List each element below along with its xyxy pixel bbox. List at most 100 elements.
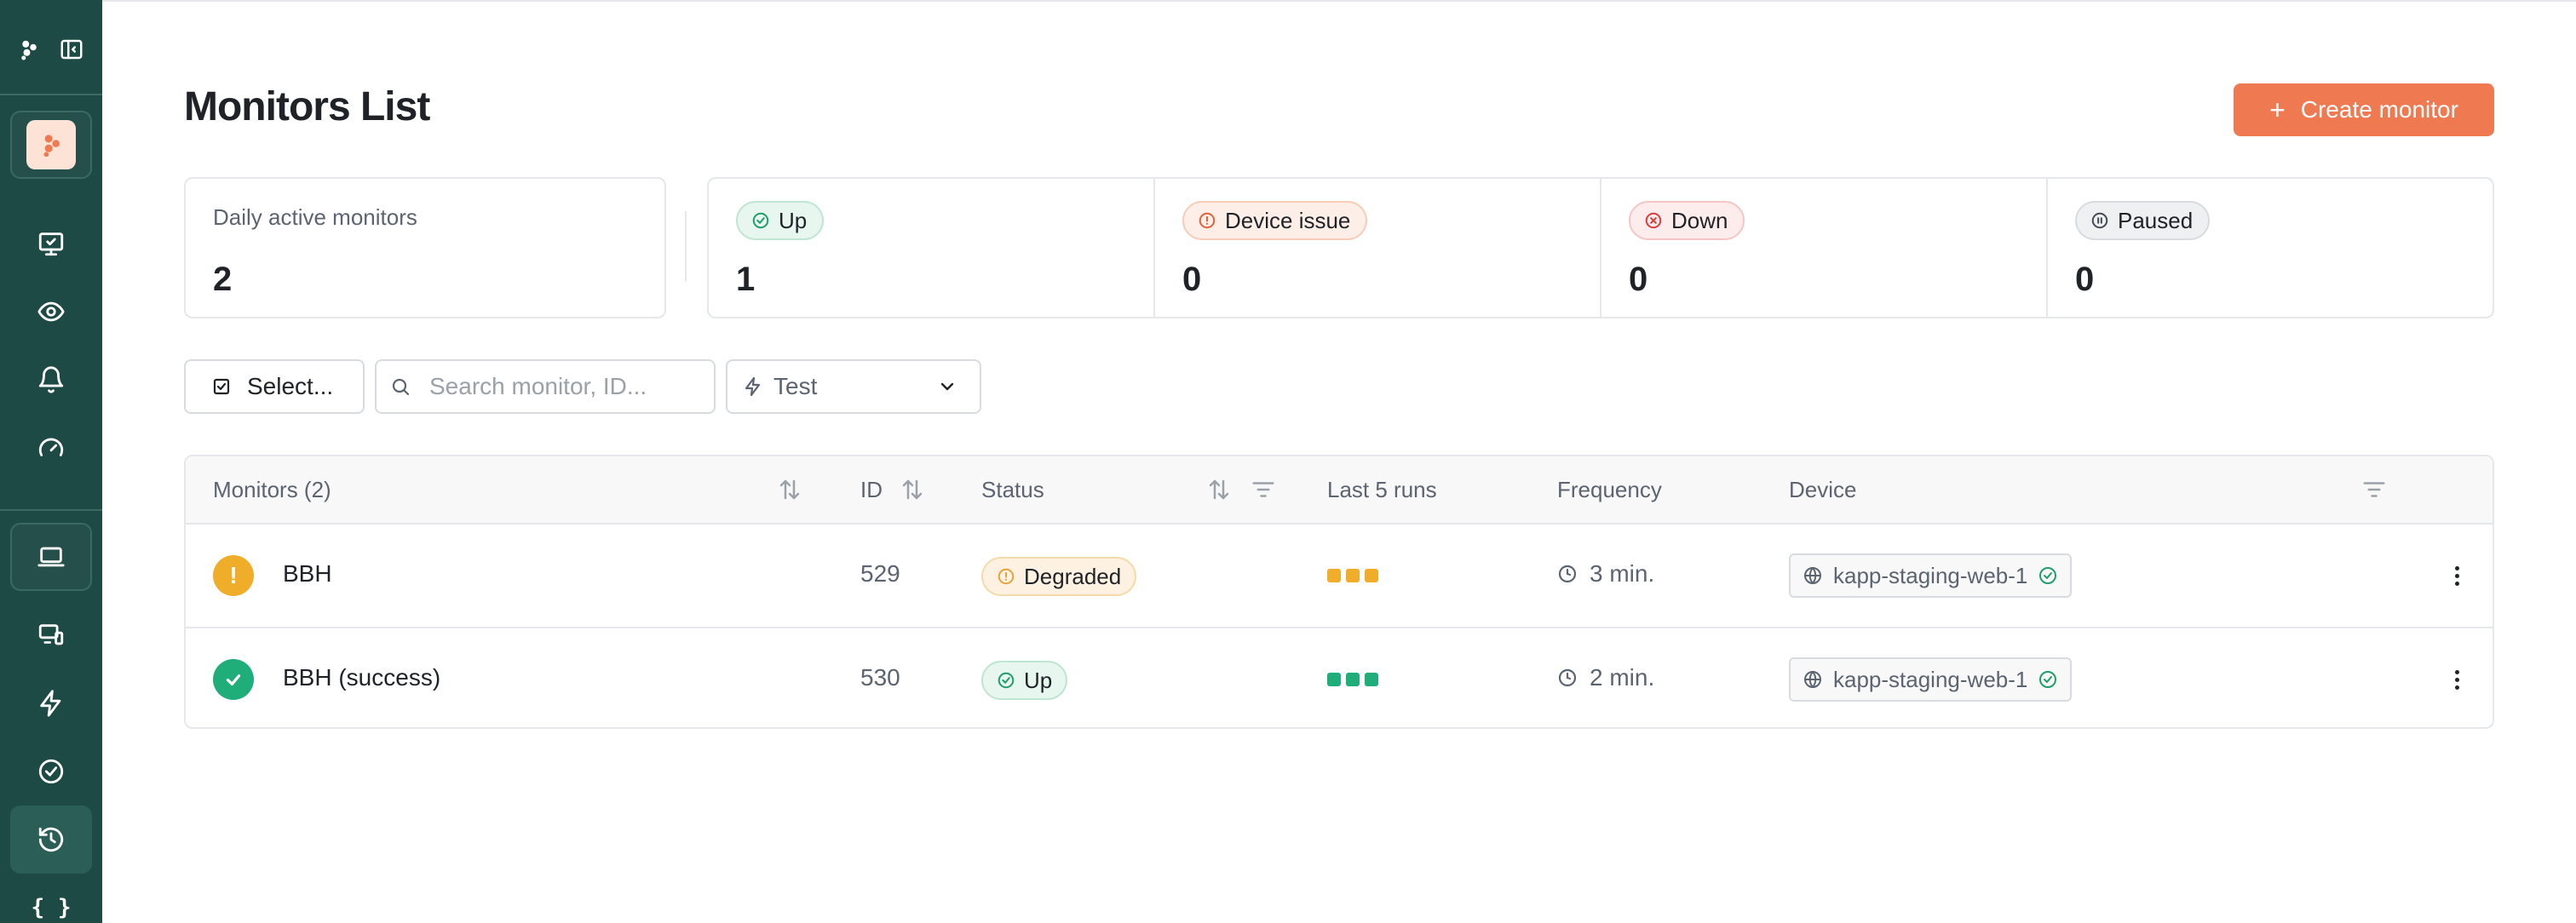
daily-active-value: 2 bbox=[213, 261, 233, 298]
column-id[interactable]: ID bbox=[860, 477, 883, 503]
nav-alerts[interactable] bbox=[10, 346, 92, 414]
monitor-name[interactable]: BBH bbox=[283, 560, 332, 588]
top-border bbox=[102, 0, 2576, 2]
select-button-label: Select... bbox=[247, 373, 334, 399]
sidebar-divider bbox=[0, 509, 102, 511]
monitor-id: 529 bbox=[860, 560, 900, 587]
nav-history[interactable] bbox=[10, 805, 92, 874]
status-badge-up: Up bbox=[981, 661, 1068, 700]
status-badge-label: Up bbox=[779, 207, 808, 233]
status-badge-label: Device issue bbox=[1225, 207, 1351, 233]
table-row[interactable]: BBH (success) 530 Up 2 min. kapp-staging… bbox=[186, 627, 2493, 727]
status-badge-label: Degraded bbox=[1024, 563, 1122, 589]
select-button[interactable]: Select... bbox=[184, 359, 365, 414]
sort-icon[interactable] bbox=[900, 477, 925, 502]
nav-devices[interactable] bbox=[10, 601, 92, 669]
column-last-runs: Last 5 runs bbox=[1327, 477, 1437, 502]
history-icon bbox=[38, 827, 64, 852]
alert-circle-icon bbox=[1199, 212, 1216, 229]
monitor-id: 530 bbox=[860, 664, 900, 691]
checkbox-icon bbox=[213, 378, 230, 395]
device-chip[interactable]: kapp-staging-web-1 bbox=[1789, 657, 2073, 702]
status-summary-card: Up 1 Device issue 0 Down 0 Paused 0 bbox=[707, 177, 2494, 318]
filter-icon[interactable] bbox=[1251, 477, 1276, 502]
code-braces-icon: { } bbox=[31, 895, 72, 920]
nav-api[interactable]: { } bbox=[10, 874, 92, 923]
eye-icon bbox=[37, 301, 65, 322]
environment-select[interactable]: Test bbox=[726, 359, 981, 414]
search-input[interactable] bbox=[429, 373, 702, 400]
status-badge-device-issue: Device issue bbox=[1182, 201, 1368, 240]
monitor-name[interactable]: BBH (success) bbox=[283, 664, 440, 691]
stat-down[interactable]: Down 0 bbox=[1601, 179, 2048, 317]
column-status[interactable]: Status bbox=[981, 477, 1044, 503]
panel-toggle-icon[interactable] bbox=[48, 15, 95, 83]
stat-paused[interactable]: Paused 0 bbox=[2048, 179, 2493, 317]
run-indicator[interactable] bbox=[1365, 673, 1378, 686]
run-indicator[interactable] bbox=[1346, 673, 1360, 686]
nav-performance[interactable] bbox=[10, 414, 92, 482]
app-logo-icon[interactable] bbox=[5, 15, 53, 83]
stat-up-value: 1 bbox=[736, 261, 756, 298]
nav-tests[interactable] bbox=[10, 669, 92, 737]
status-badge-label: Paused bbox=[2118, 207, 2194, 233]
nav-devices-main[interactable] bbox=[10, 523, 92, 591]
stat-device-issue-value: 0 bbox=[1182, 261, 1202, 298]
device-name: kapp-staging-web-1 bbox=[1833, 666, 2028, 692]
run-indicator[interactable] bbox=[1346, 569, 1360, 582]
pause-circle-icon bbox=[2091, 212, 2108, 229]
x-circle-icon bbox=[1645, 212, 1662, 229]
column-device: Device bbox=[1789, 477, 1857, 502]
device-name: kapp-staging-web-1 bbox=[1833, 562, 2028, 588]
alert-circle-icon bbox=[998, 568, 1015, 585]
run-indicator[interactable] bbox=[1365, 569, 1378, 582]
devices-icon bbox=[38, 624, 64, 645]
nav-checks[interactable] bbox=[10, 737, 92, 805]
column-monitors[interactable]: Monitors (2) bbox=[213, 477, 331, 503]
status-badge-label: Down bbox=[1671, 207, 1728, 233]
more-actions-icon[interactable] bbox=[2448, 662, 2465, 697]
daily-active-label: Daily active monitors bbox=[213, 204, 417, 230]
frequency-value: 3 min. bbox=[1590, 560, 1655, 587]
success-status-icon bbox=[213, 659, 254, 700]
frequency: 2 min. bbox=[1557, 664, 1654, 691]
create-monitor-button[interactable]: + Create monitor bbox=[2234, 83, 2494, 136]
clock-icon bbox=[1558, 565, 1577, 583]
globe-icon bbox=[1804, 671, 1821, 688]
check-circle-icon bbox=[2039, 567, 2057, 584]
warning-status-icon: ! bbox=[213, 555, 254, 596]
sort-icon[interactable] bbox=[1206, 477, 1232, 502]
search-box[interactable] bbox=[375, 359, 716, 414]
last-runs bbox=[1327, 673, 1378, 686]
table-header: Monitors (2) ID Status Last 5 runs Frequ… bbox=[186, 456, 2493, 525]
nav-observe[interactable] bbox=[10, 278, 92, 346]
run-indicator[interactable] bbox=[1327, 673, 1341, 686]
sort-icon[interactable] bbox=[777, 477, 802, 502]
status-badge-label: Up bbox=[1024, 667, 1053, 693]
nav-monitors[interactable] bbox=[10, 209, 92, 278]
plus-icon: + bbox=[2269, 95, 2286, 125]
bolt-icon bbox=[40, 690, 61, 717]
device-chip[interactable]: kapp-staging-web-1 bbox=[1789, 553, 2073, 598]
globe-icon bbox=[1804, 567, 1821, 584]
workspace-logo-icon bbox=[26, 120, 76, 169]
stat-up[interactable]: Up 1 bbox=[709, 179, 1155, 317]
filter-icon[interactable] bbox=[2361, 477, 2387, 502]
more-actions-icon[interactable] bbox=[2448, 559, 2465, 593]
monitors-table: Monitors (2) ID Status Last 5 runs Frequ… bbox=[184, 455, 2494, 729]
run-indicator[interactable] bbox=[1327, 569, 1341, 582]
frequency: 3 min. bbox=[1557, 560, 1654, 588]
sidebar: { } bbox=[0, 0, 102, 923]
bolt-icon bbox=[745, 376, 761, 397]
daily-active-card: Daily active monitors 2 bbox=[184, 177, 666, 318]
environment-value: Test bbox=[773, 373, 818, 399]
status-badge-degraded: Degraded bbox=[981, 557, 1137, 596]
table-row[interactable]: ! BBH 529 Degraded 3 min. kapp-staging-w… bbox=[186, 525, 2493, 627]
workspace-switcher-button[interactable] bbox=[10, 111, 92, 179]
search-icon bbox=[392, 378, 410, 396]
check-circle-icon bbox=[38, 759, 64, 784]
status-badge-up: Up bbox=[736, 201, 825, 240]
stat-device-issue[interactable]: Device issue 0 bbox=[1155, 179, 1601, 317]
status-badge-down: Down bbox=[1629, 201, 1745, 240]
column-frequency: Frequency bbox=[1557, 477, 1662, 502]
